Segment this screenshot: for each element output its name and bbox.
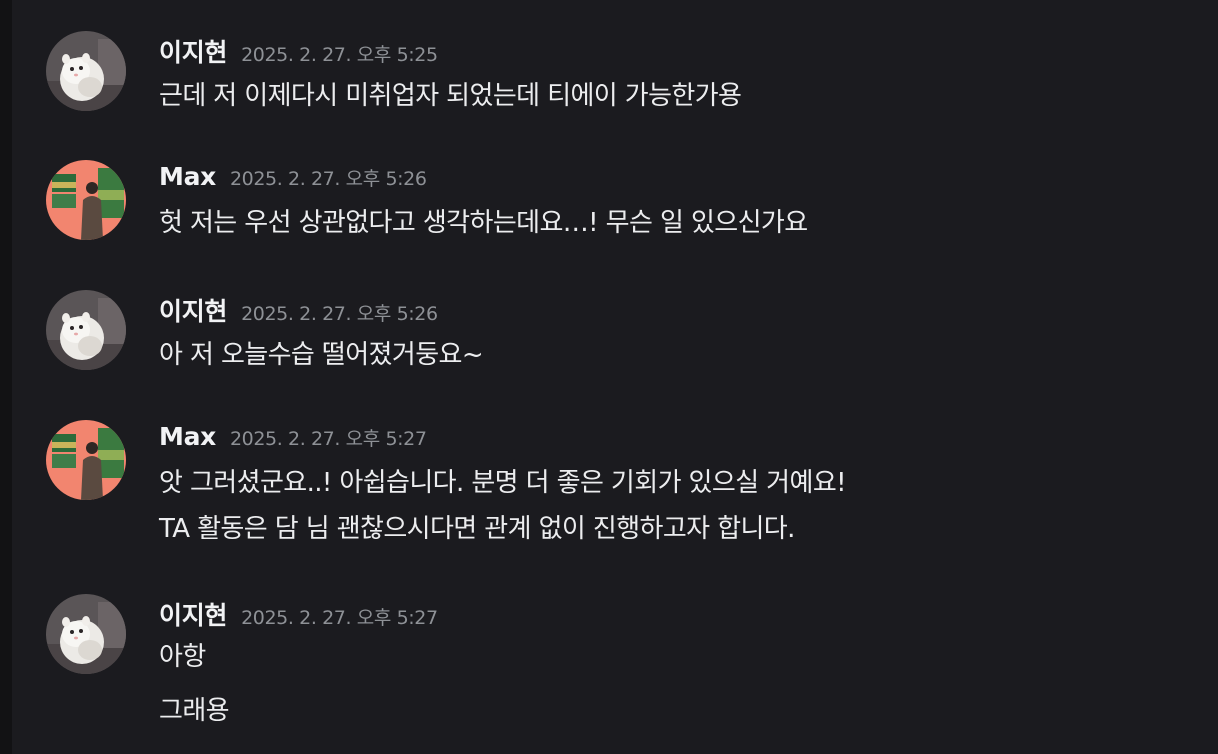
message-header: 이지현 2025. 2. 27. 오후 5:25 (159, 33, 438, 67)
user-avatar[interactable] (46, 160, 126, 240)
hamster-avatar-icon (46, 31, 126, 111)
message-timestamp: 2025. 2. 27. 오후 5:27 (241, 607, 438, 629)
channel-rail (0, 0, 12, 754)
user-avatar[interactable] (46, 594, 126, 674)
message-text: 앗 그러셨군요..! 아쉽습니다. 분명 더 좋은 기회가 있으실 거예요! (159, 468, 847, 498)
message-header: 이지현 2025. 2. 27. 오후 5:26 (159, 292, 438, 326)
hamster-avatar-icon (46, 290, 126, 370)
message-header: Max 2025. 2. 27. 오후 5:27 (159, 422, 427, 456)
hamster-avatar-icon (46, 594, 126, 674)
gallery-avatar-icon (46, 420, 126, 500)
message-text: 아항 (159, 642, 206, 672)
author-name[interactable]: 이지현 (159, 601, 227, 630)
message-text: 아 저 오늘수습 떨어졌거둥요~ (159, 340, 484, 370)
message-text: TA 활동은 담 님 괜찮으시다면 관계 없이 진행하고자 합니다. (159, 514, 795, 544)
user-avatar[interactable] (46, 420, 126, 500)
message-timestamp: 2025. 2. 27. 오후 5:25 (241, 44, 438, 66)
message-timestamp: 2025. 2. 27. 오후 5:26 (241, 303, 438, 325)
author-name[interactable]: 이지현 (159, 297, 227, 326)
author-name[interactable]: Max (159, 162, 216, 191)
user-avatar[interactable] (46, 31, 126, 111)
author-name[interactable]: 이지현 (159, 38, 227, 67)
chat-message-list: 이지현 2025. 2. 27. 오후 5:25 근데 저 이제다시 미취업자 되… (12, 0, 1218, 754)
message-text: 헛 저는 우선 상관없다고 생각하는데요…! 무슨 일 있으신가요 (159, 208, 808, 238)
message-text: 근데 저 이제다시 미취업자 되었는데 티에이 가능한가용 (159, 81, 742, 111)
author-name[interactable]: Max (159, 422, 216, 451)
gallery-avatar-icon (46, 160, 126, 240)
message-header: Max 2025. 2. 27. 오후 5:26 (159, 162, 427, 196)
message-timestamp: 2025. 2. 27. 오후 5:26 (229, 168, 427, 190)
user-avatar[interactable] (46, 290, 126, 370)
message-text: 그래용 (159, 696, 230, 726)
message-timestamp: 2025. 2. 27. 오후 5:27 (229, 428, 427, 450)
message-header: 이지현 2025. 2. 27. 오후 5:27 (159, 596, 438, 630)
